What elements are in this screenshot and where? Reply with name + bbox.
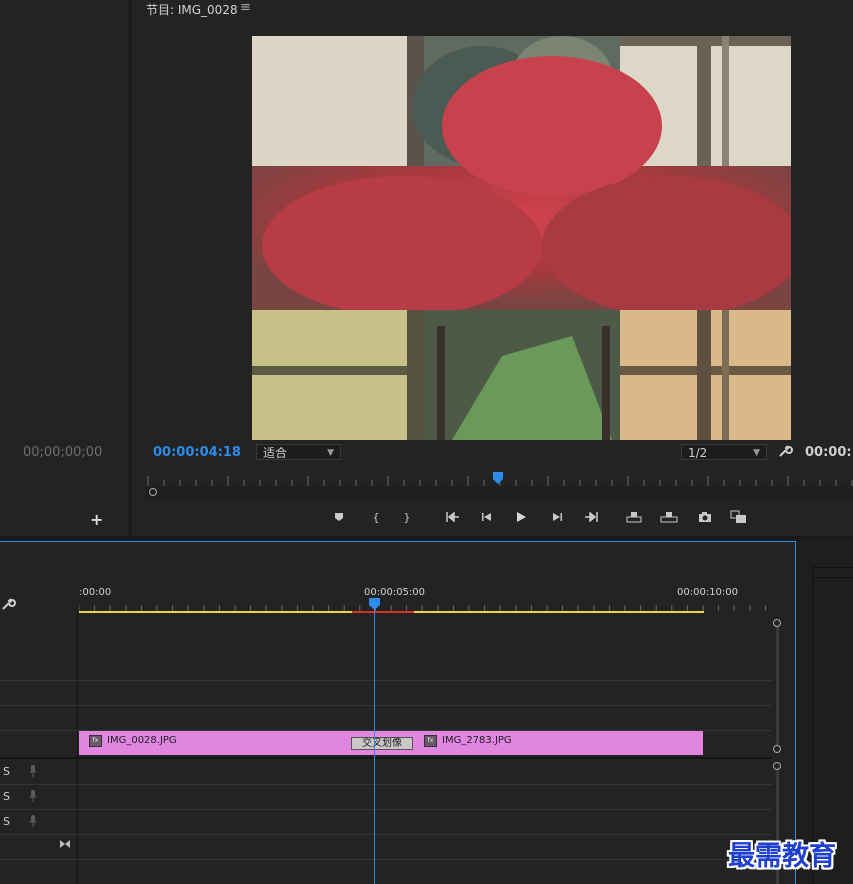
scroll-handle[interactable] [773, 619, 781, 627]
source-timecode: 00;00;00;00 [23, 445, 103, 460]
audio-meter-panel [797, 541, 853, 884]
microphone-icon[interactable] [29, 815, 37, 827]
zoom-level-value: 适合 [263, 446, 288, 460]
ruler-label: 00:00:10:00 [677, 587, 739, 598]
panel-menu-icon[interactable]: ≡ [240, 0, 251, 15]
microphone-icon[interactable] [29, 765, 37, 777]
ruler-label: 00:00:05:00 [364, 587, 426, 598]
mark-out-icon[interactable]: } [398, 509, 416, 525]
scroll-track[interactable] [776, 627, 779, 745]
track-divider [0, 834, 772, 835]
duration-timecode: 00:00:1 [805, 445, 853, 460]
mark-in-icon[interactable]: { [367, 509, 385, 525]
camera-icon[interactable] [696, 509, 714, 525]
ruler-label: :00:00 [79, 587, 112, 598]
video-audio-divider [0, 757, 772, 759]
master-pan-icon[interactable] [59, 838, 71, 852]
solo-button[interactable]: S [3, 790, 10, 803]
zoom-level-select[interactable]: 适合 ▼ [256, 444, 341, 460]
add-button[interactable]: + [90, 510, 103, 529]
scroll-handle[interactable] [773, 762, 781, 770]
playhead-line[interactable] [374, 604, 375, 884]
step-forward-icon[interactable] [548, 509, 566, 525]
scroll-handle[interactable] [773, 745, 781, 753]
track-divider [0, 705, 772, 706]
scroll-handle[interactable] [149, 488, 157, 496]
fx-badge-icon: fx [89, 735, 102, 747]
microphone-icon[interactable] [29, 790, 37, 802]
watermark-logo: 最需教育 [728, 841, 836, 872]
monitor-zoom-scrollbar[interactable] [146, 486, 853, 498]
fx-badge-icon: fx [424, 735, 437, 747]
go-to-in-icon[interactable] [444, 509, 462, 525]
track-divider [0, 809, 772, 810]
timeline-ruler[interactable] [78, 585, 772, 613]
playback-resolution-select[interactable]: 1/2 ▼ [681, 444, 767, 460]
marker-icon[interactable] [330, 509, 348, 525]
monitor-playhead[interactable] [493, 472, 503, 484]
lift-icon[interactable] [625, 509, 643, 525]
solo-button[interactable]: S [3, 815, 10, 828]
current-timecode[interactable]: 00:00:04:18 [153, 445, 241, 460]
track-divider [0, 680, 772, 681]
video-clip[interactable]: fx IMG_0028.JPG [79, 731, 376, 755]
play-icon[interactable] [512, 509, 530, 525]
compare-icon[interactable] [730, 509, 748, 525]
extract-icon[interactable] [660, 509, 678, 525]
solo-button[interactable]: S [3, 765, 10, 778]
chevron-down-icon: ▼ [753, 448, 760, 458]
ruler-ticks [78, 605, 766, 611]
clip-name: IMG_2783.JPG [442, 735, 512, 746]
video-frame-image [252, 36, 791, 440]
timeline-playhead[interactable] [369, 598, 380, 610]
video-preview [252, 36, 791, 440]
video-clip[interactable]: fx IMG_2783.JPG [376, 731, 703, 755]
resolution-value: 1/2 [688, 446, 708, 460]
track-divider [0, 784, 772, 785]
track-divider [0, 859, 772, 860]
cross-wipe-transition[interactable]: 交叉划像 [351, 737, 413, 750]
go-to-out-icon[interactable] [582, 509, 600, 525]
clip-name: IMG_0028.JPG [107, 735, 177, 746]
step-back-icon[interactable] [478, 509, 496, 525]
panel-title[interactable]: 节目: IMG_0028 [146, 1, 238, 18]
wrench-icon[interactable] [777, 443, 793, 462]
chevron-down-icon: ▼ [327, 448, 334, 458]
meter-header [812, 567, 853, 578]
